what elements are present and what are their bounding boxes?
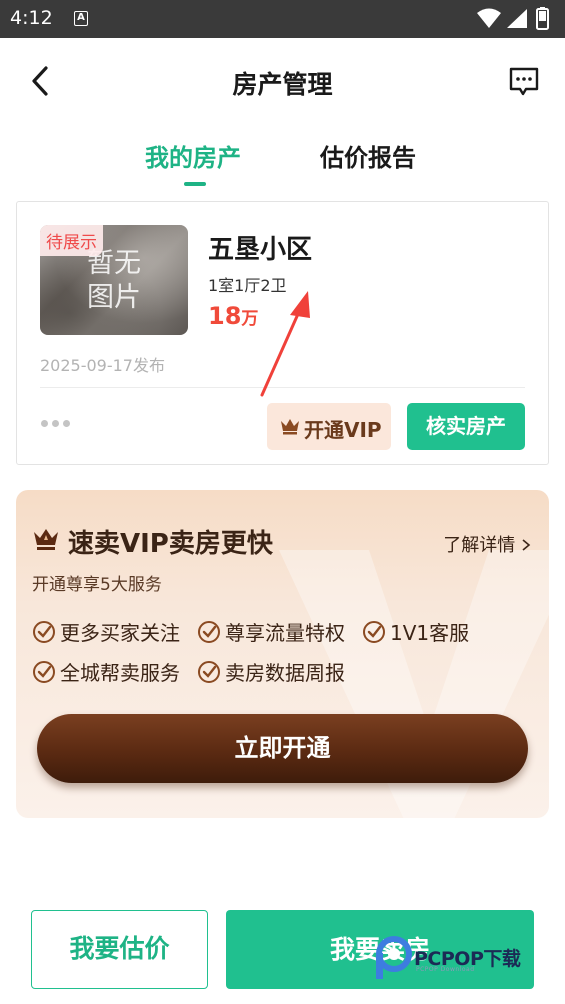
check-circle-icon	[363, 621, 385, 643]
tab-valuation-report[interactable]: 估价报告	[320, 138, 416, 173]
nav-bar: 房产管理	[0, 38, 565, 124]
check-circle-icon	[33, 621, 55, 643]
active-tab-indicator	[184, 182, 206, 186]
benefit-item: 1V1客服	[362, 617, 469, 646]
status-icons	[477, 7, 549, 30]
vip-promo-card: 速卖VIP卖房更快 了解详情 开通尊享5大服务 更多买家关注 尊享流量特权 1V…	[16, 490, 549, 818]
check-circle-icon	[33, 661, 55, 683]
property-thumbnail: 暂无 图片 待展示	[40, 225, 188, 335]
notification-icon: A	[74, 11, 88, 26]
benefit-item: 更多买家关注	[32, 617, 180, 646]
page-title: 房产管理	[232, 70, 333, 99]
wifi-icon	[477, 8, 501, 28]
learn-more-link[interactable]: 了解详情	[443, 531, 531, 557]
signal-icon	[507, 9, 527, 28]
no-image-placeholder: 暂无 图片	[87, 248, 141, 313]
vip-crown-icon	[34, 529, 58, 550]
benefit-item: 卖房数据周报	[197, 657, 345, 686]
vip-subtitle: 开通尊享5大服务	[32, 575, 162, 595]
request-valuation-button[interactable]: 我要估价	[31, 910, 208, 989]
benefit-item: 尊享流量特权	[197, 617, 345, 646]
learn-more-label: 了解详情	[443, 535, 516, 556]
watermark-logo-icon	[376, 936, 412, 979]
tab-bar: 我的房产 估价报告	[0, 138, 565, 188]
annotation-arrow-icon	[260, 291, 310, 397]
status-bar: 4:12 A	[0, 0, 565, 38]
watermark-sub: PCPOP Download	[416, 966, 475, 973]
price-value: 18	[208, 302, 242, 330]
more-options-icon[interactable]	[41, 412, 77, 427]
open-vip-label: 开通VIP	[304, 418, 382, 442]
benefit-list: 更多买家关注 尊享流量特权 1V1客服 全城帮卖服务 卖房数据周报	[32, 617, 532, 697]
tab-my-property[interactable]: 我的房产	[145, 138, 241, 173]
property-name: 五垦小区	[208, 235, 313, 265]
activate-now-button[interactable]: 立即开通	[37, 714, 528, 783]
status-time: 4:12	[10, 7, 53, 29]
watermark: PCPOP下载 PCPOP Download	[372, 935, 552, 981]
open-vip-button[interactable]: 开通VIP	[267, 403, 391, 450]
crown-icon	[281, 419, 299, 435]
check-circle-icon	[198, 621, 220, 643]
verify-property-button[interactable]: 核实房产	[407, 403, 525, 450]
publish-date: 2025-09-17发布	[40, 356, 165, 375]
check-circle-icon	[198, 661, 220, 683]
vip-title: 速卖VIP卖房更快	[68, 529, 273, 559]
status-badge: 待展示	[40, 225, 103, 256]
benefit-item: 全城帮卖服务	[32, 657, 180, 686]
message-icon[interactable]	[507, 64, 541, 98]
chevron-right-icon	[522, 539, 531, 551]
